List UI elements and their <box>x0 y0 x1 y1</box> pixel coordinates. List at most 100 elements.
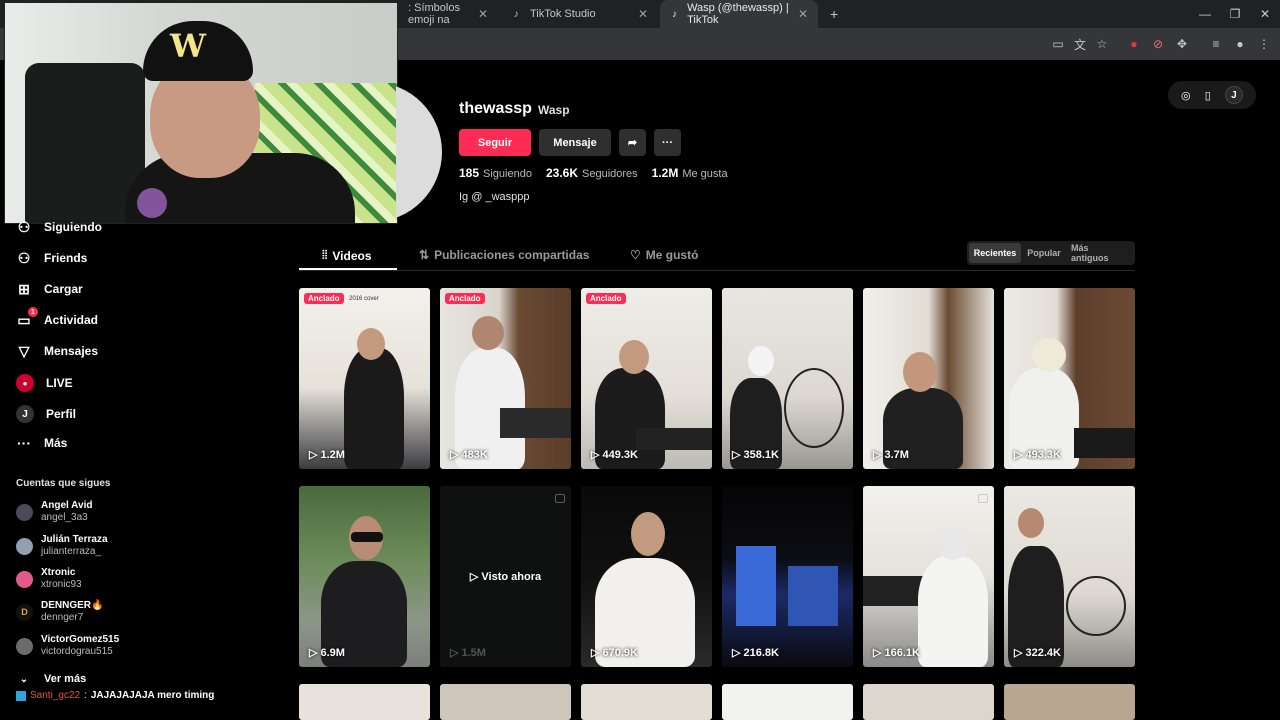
followed-account[interactable]: VictorGomez515 victordograu515 <box>16 634 119 658</box>
play-icon: ▷ <box>450 647 459 659</box>
video-card[interactable]: ▷ Visto ahora ▷ 1.5M <box>440 486 571 667</box>
sidebar-item-more[interactable]: ··· Más <box>16 435 67 451</box>
profile-bio: Ig @ _wasppp <box>459 191 530 203</box>
profile-avatar-icon[interactable]: ● <box>1232 36 1248 52</box>
message-button[interactable]: Mensaje <box>539 129 611 156</box>
pinned-badge: Anclado <box>304 293 344 304</box>
upload-icon: ⊞ <box>18 280 30 297</box>
user-avatar-icon[interactable]: J <box>1224 86 1243 104</box>
profile-avatar <box>396 82 442 222</box>
see-more-button[interactable]: ⌄ Ver más <box>16 671 86 687</box>
followers-stat[interactable]: 23.6K Seguidores <box>546 166 638 180</box>
more-options-icon[interactable]: ··· <box>654 129 681 156</box>
sort-toggle: Recientes Popular Más antiguos <box>967 241 1135 265</box>
chat-badge-icon <box>16 690 26 701</box>
video-card[interactable] <box>440 684 571 720</box>
video-card[interactable] <box>722 684 853 720</box>
following-stat[interactable]: 185 Siguiendo <box>459 166 532 180</box>
sidebar-item-friends[interactable]: ⚇ Friends <box>16 250 88 266</box>
extension-icon[interactable]: ● <box>1126 36 1142 52</box>
chat-message: JAJAJAJAJA mero timing <box>90 690 215 701</box>
browser-tab[interactable]: : Símbolos emoji na ✕ <box>398 0 498 28</box>
sidebar-item-following[interactable]: ⚇ Siguiendo <box>16 219 102 235</box>
video-card[interactable]: ▷ 670.9K <box>581 486 712 667</box>
tab-divider <box>299 270 1135 271</box>
play-icon: ▷ <box>469 571 479 583</box>
video-card[interactable]: Anclado ▷ 483K <box>440 288 571 469</box>
messages-icon: ▽ <box>18 342 30 359</box>
view-count: ▷ 1.5M <box>450 646 486 660</box>
sidebar-item-messages[interactable]: ▽ Mensajes <box>16 343 98 359</box>
play-icon: ▷ <box>591 449 600 461</box>
watched-overlay: ▷ Visto ahora <box>469 570 542 584</box>
view-count: ▷ 6.9M <box>309 646 345 660</box>
chat-separator: : <box>84 690 87 701</box>
tiktok-icon: ♪ <box>672 8 678 20</box>
phone-icon[interactable]: ▯ <box>1205 89 1211 102</box>
close-window-icon[interactable]: ✕ <box>1248 0 1280 28</box>
profile-display-name: Wasp <box>538 103 570 117</box>
tab-videos[interactable]: ⦙⦙ Videos <box>322 248 372 263</box>
video-card[interactable]: ▷ 216.8K <box>722 486 853 667</box>
play-icon: ▷ <box>732 449 741 461</box>
video-card[interactable]: Anclado 2016 cover ▷ 1.2M <box>299 288 430 469</box>
browser-tab[interactable]: ♪ TikTok Studio ✕ <box>500 0 658 28</box>
view-count: ▷ 493.3K <box>1014 448 1061 462</box>
browser-tab-active[interactable]: ♪ Wasp (@thewassp) | TikTok ✕ <box>660 0 818 28</box>
tiktok-icon: ♪ <box>513 8 519 20</box>
follow-button[interactable]: Seguir <box>459 129 531 156</box>
play-icon: ▷ <box>1014 647 1023 659</box>
view-count: ▷ 1.2M <box>309 448 345 462</box>
video-card[interactable]: Anclado ▷ 449.3K <box>581 288 712 469</box>
video-card[interactable] <box>863 684 994 720</box>
close-tab-icon[interactable]: ✕ <box>478 7 488 21</box>
video-card[interactable] <box>1004 684 1135 720</box>
new-tab-button[interactable]: + <box>820 0 840 28</box>
video-card[interactable]: ▷ 358.1K <box>722 288 853 469</box>
sidebar-item-live[interactable]: ● LIVE <box>16 374 73 392</box>
followed-account[interactable]: Julián Terraza julianterraza_ <box>16 534 108 558</box>
media-icon[interactable]: ≡ <box>1208 36 1224 52</box>
compass-icon[interactable]: ◎ <box>1181 89 1191 102</box>
video-card[interactable]: ▷ 6.9M <box>299 486 430 667</box>
view-count: ▷ 449.3K <box>591 448 638 462</box>
followed-account[interactable]: D DENNGER🔥 dennger7 <box>16 600 103 624</box>
tab-label: : Símbolos emoji na <box>408 2 460 26</box>
video-card[interactable]: ▷ 322.4K <box>1004 486 1135 667</box>
minimize-icon[interactable]: — <box>1188 0 1222 28</box>
close-tab-icon[interactable]: ✕ <box>798 7 808 21</box>
menu-kebab-icon[interactable]: ⋮ <box>1256 36 1272 52</box>
followed-account[interactable]: Angel Avid angel_3a3 <box>16 500 92 524</box>
video-card[interactable] <box>299 684 430 720</box>
tab-reposts[interactable]: ⇅ Publicaciones compartidas <box>419 248 589 262</box>
sidebar-item-activity[interactable]: ▭ 1 Actividad <box>16 307 98 328</box>
extension-icon[interactable]: ⊘ <box>1150 36 1166 52</box>
view-count: ▷ 670.9K <box>591 646 638 660</box>
avatar <box>16 503 33 521</box>
play-icon: ▷ <box>732 647 741 659</box>
webcam-overlay: W <box>4 2 398 224</box>
restore-icon[interactable]: ❐ <box>1218 0 1252 28</box>
cast-icon[interactable]: ▭ <box>1050 36 1066 52</box>
video-card[interactable] <box>581 684 712 720</box>
bookmark-star-icon[interactable]: ☆ <box>1094 36 1110 52</box>
video-card[interactable]: ▷ 166.1K <box>863 486 994 667</box>
pinned-badge: Anclado <box>445 293 485 304</box>
close-tab-icon[interactable]: ✕ <box>638 7 648 21</box>
extensions-puzzle-icon[interactable]: ✥ <box>1174 36 1190 52</box>
sort-popular[interactable]: Popular <box>1023 243 1065 263</box>
play-icon: ▷ <box>309 449 318 461</box>
share-icon[interactable]: ➦ <box>619 129 646 156</box>
sidebar-item-upload[interactable]: ⊞ Cargar <box>16 281 83 297</box>
sort-oldest[interactable]: Más antiguos <box>1067 243 1131 263</box>
translate-icon[interactable]: 文 <box>1072 36 1088 52</box>
sort-recent[interactable]: Recientes <box>969 243 1021 263</box>
profile-stats: 185 Siguiendo 23.6K Seguidores 1.2M Me gust… <box>459 166 728 180</box>
video-card[interactable]: ▷ 3.7M <box>863 288 994 469</box>
sidebar-item-profile[interactable]: J Perfil <box>16 405 76 423</box>
followed-account[interactable]: Xtronic xtronic93 <box>16 567 82 591</box>
play-icon: ▷ <box>873 449 882 461</box>
video-card[interactable]: ▷ 493.3K <box>1004 288 1135 469</box>
tab-liked[interactable]: ♡ Me gustó <box>630 248 698 262</box>
tab-label: TikTok Studio <box>530 8 596 20</box>
